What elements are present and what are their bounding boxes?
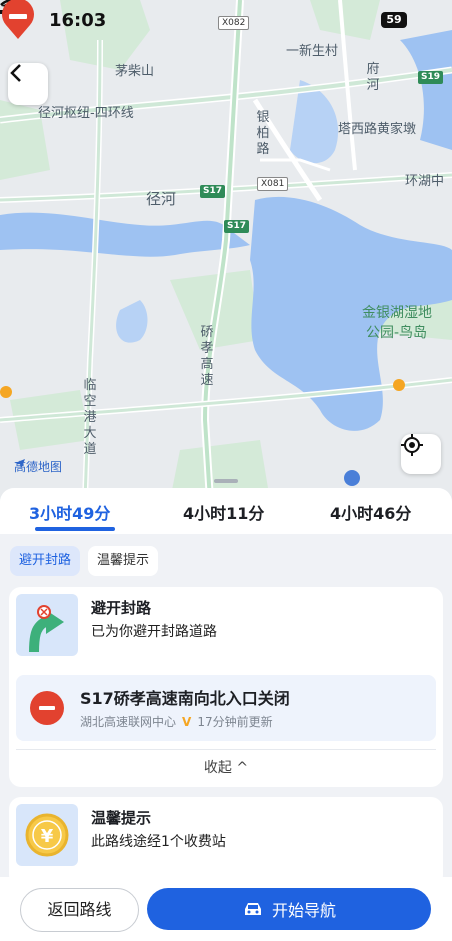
locate-button[interactable] — [401, 434, 441, 474]
route-tabs: 3小时49分 4小时11分 4小时46分 — [0, 488, 452, 534]
highway-badge: S19 — [418, 71, 444, 84]
map-label: 公园-鸟岛 — [366, 325, 428, 341]
chevron-left-icon — [10, 64, 21, 82]
route-tab-3[interactable]: 4小时46分 — [330, 500, 411, 524]
notice-updated: 17分钟前更新 — [197, 715, 273, 729]
crosshair-icon — [401, 434, 423, 456]
road-badge: X081 — [257, 177, 289, 191]
amap-logo: 高德地图 — [14, 458, 62, 475]
map-label: 环湖中 — [405, 174, 445, 189]
toll-icon: ¥ — [16, 804, 78, 866]
route-tab-2[interactable]: 4小时11分 — [183, 500, 264, 524]
route-sheet: 3小时49分 4小时11分 4小时46分 避开封路 温馨提示 避开封路 已为你避… — [0, 488, 452, 941]
active-tab-indicator — [35, 527, 115, 531]
collapse-button[interactable]: 收起 ^ — [9, 757, 443, 777]
avoid-card-title: 避开封路 — [91, 599, 152, 617]
avoid-route-icon — [16, 594, 78, 656]
map-view[interactable]: 16:03 59 茅柴山 径河枢纽-四环线 一新生村 塔西路黄家墩 径河 环湖中… — [0, 0, 452, 500]
notice-source: 湖北高速联网中心 V 17分钟前更新 — [80, 713, 273, 730]
status-time: 16:03 — [49, 10, 107, 31]
yen-glyph: ¥ — [41, 826, 54, 847]
road-badge: X082 — [218, 16, 250, 30]
road-closed-pin-icon[interactable] — [0, 0, 36, 40]
tips-card: ¥ 温馨提示 此路线途经1个收费站 — [9, 797, 443, 887]
bottom-bar: 返回路线 开始导航 — [0, 877, 452, 941]
start-navigation-label: 开始导航 — [271, 901, 336, 920]
chip-tips[interactable]: 温馨提示 — [88, 546, 159, 576]
back-button[interactable] — [8, 63, 48, 105]
map-label: 临空港大道 — [83, 378, 97, 457]
tips-card-title: 温馨提示 — [91, 809, 152, 827]
battery-indicator: 59 — [381, 12, 407, 28]
return-route-button[interactable]: 返回路线 — [20, 888, 139, 932]
highway-badge: S17 — [224, 220, 250, 233]
car-icon — [244, 903, 261, 915]
avoid-closure-card: 避开封路 已为你避开封路道路 S17硚孝高速南向北入口关闭 湖北高速联网中心 V 1… — [9, 587, 443, 787]
highway-badge: S17 — [200, 185, 226, 198]
route-tab-1[interactable]: 3小时49分 — [29, 500, 110, 524]
map-label: 金银湖湿地 — [362, 305, 432, 321]
map-label: 府河 — [366, 62, 380, 93]
notice-title: S17硚孝高速南向北入口关闭 — [80, 689, 290, 708]
map-label: 银柏路 — [256, 110, 270, 157]
closure-notice[interactable]: S17硚孝高速南向北入口关闭 湖北高速联网中心 V 17分钟前更新 — [16, 675, 436, 741]
sheet-drag-handle[interactable] — [214, 479, 238, 483]
chip-avoid-closure[interactable]: 避开封路 — [10, 546, 81, 576]
verified-icon: V — [182, 715, 192, 729]
tips-card-subtitle: 此路线途经1个收费站 — [91, 834, 226, 850]
map-label: 径河 — [146, 190, 177, 208]
map-label: 塔西路黄家墩 — [338, 122, 417, 137]
map-label: 硚孝高速 — [200, 325, 214, 388]
start-navigation-button[interactable]: 开始导航 — [147, 888, 431, 930]
avoid-card-subtitle: 已为你避开封路道路 — [91, 624, 217, 640]
map-label: 茅柴山 — [115, 64, 155, 79]
divider — [16, 749, 436, 750]
map-label: 径河枢纽-四环线 — [38, 106, 134, 121]
no-entry-icon — [30, 691, 64, 725]
logo-arrow-icon — [15, 459, 25, 469]
notice-source-name: 湖北高速联网中心 — [80, 715, 177, 729]
map-canvas — [0, 0, 452, 500]
map-label: 一新生村 — [286, 44, 339, 59]
